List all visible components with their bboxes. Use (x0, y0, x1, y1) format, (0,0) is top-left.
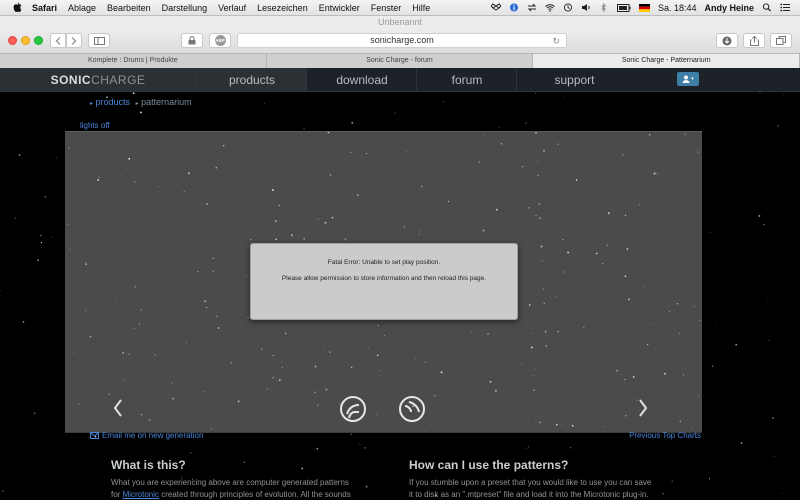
browser-toolbar: ABP sonicharge.com ↻ (0, 29, 800, 53)
dislike-pattern-icon[interactable] (338, 394, 368, 424)
site-logo[interactable]: SONIC CHARGE (0, 68, 196, 91)
email-notify-label: Email me on new generation (102, 431, 204, 440)
battery-icon[interactable] (616, 3, 631, 12)
arrows-icon[interactable] (527, 3, 537, 12)
tab-komplete[interactable]: Komplete : Drums | Produkte (0, 54, 267, 68)
breadcrumb-patternarium: patternarium (141, 97, 192, 107)
email-notify-link[interactable]: Email me on new generation (90, 431, 203, 440)
menubar-clock[interactable]: Sa. 18:44 (658, 3, 697, 13)
tab-forum[interactable]: Sonic Charge - forum (267, 54, 534, 68)
logo-text-sonic: SONIC (50, 72, 92, 87)
breadcrumb: ▸ products ▸ patternarium (90, 97, 192, 107)
nav-support[interactable]: support (516, 68, 632, 91)
error-title: Fatal Error: Unable to set play position… (327, 259, 441, 266)
what-text-line-2: for Microtonic created through principle… (111, 489, 351, 500)
user-menu-button[interactable]: ▾ (677, 72, 699, 86)
menu-entwickler[interactable]: Entwickler (319, 3, 360, 13)
zoom-window-button[interactable] (34, 36, 43, 45)
error-message: Please allow permission to store informa… (281, 275, 487, 282)
menubar-user[interactable]: Andy Heine (704, 3, 754, 13)
spotlight-search-icon[interactable] (762, 3, 772, 12)
minimize-window-button[interactable] (21, 36, 30, 45)
adblock-icon: ABP (214, 35, 226, 46)
what-text-line-1: What you are experiencing above are comp… (111, 478, 349, 487)
lock-icon (188, 36, 196, 45)
microtonic-link[interactable]: Microtonic (123, 490, 159, 499)
menu-bearbeiten[interactable]: Bearbeiten (107, 3, 151, 13)
nav-forum[interactable]: forum (416, 68, 517, 91)
share-icon (749, 35, 759, 46)
dropbox-icon[interactable] (490, 3, 501, 12)
sidebar-button[interactable] (88, 33, 110, 48)
nav-download[interactable]: download (306, 68, 417, 91)
previous-top-charts-link[interactable]: Previous Top Charts (629, 431, 701, 440)
site-nav: SONIC CHARGE products download forum supp… (0, 68, 800, 92)
sidebar-icon (93, 36, 105, 45)
menu-lesezeichen[interactable]: Lesezeichen (257, 3, 308, 13)
address-bar[interactable]: sonicharge.com ↻ (237, 33, 567, 48)
window-title: Unbenannt (0, 16, 800, 29)
reload-icon[interactable]: ↻ (552, 35, 560, 48)
share-button[interactable] (743, 33, 765, 48)
menu-ablage[interactable]: Ablage (68, 3, 96, 13)
next-pattern-arrow-icon[interactable] (636, 393, 650, 423)
menu-darstellung[interactable]: Darstellung (162, 3, 208, 13)
volume-icon[interactable] (581, 3, 591, 12)
flag-icon[interactable] (638, 3, 650, 12)
menu-verlauf[interactable]: Verlauf (218, 3, 246, 13)
what-heading: What is this? (111, 458, 186, 472)
close-window-button[interactable] (8, 36, 17, 45)
tabs-icon (776, 36, 786, 45)
menu-safari[interactable]: Safari (32, 3, 57, 13)
tab-patternarium[interactable]: Sonic Charge - Patternarium (533, 54, 800, 68)
address-bar-url: sonicharge.com (370, 35, 434, 45)
notification-center-icon[interactable] (780, 3, 790, 12)
status-menus: Sa. 18:44 Andy Heine (490, 0, 790, 15)
how-heading: How can I use the patterns? (409, 458, 569, 472)
apple-menu-icon[interactable] (10, 2, 24, 14)
bluetooth-icon[interactable] (599, 3, 609, 12)
adblock-button[interactable]: ABP (209, 33, 231, 48)
lights-off-link[interactable]: lights off (80, 121, 110, 130)
tab-bar: Komplete : Drums | Produkte Sonic Charge… (0, 53, 800, 69)
how-text-line-2: it to disk as an ".mtpreset" file and lo… (409, 490, 649, 499)
chevron-left-icon (55, 36, 61, 45)
menu-hilfe[interactable]: Hilfe (412, 3, 430, 13)
user-icon (682, 75, 690, 83)
downloads-button[interactable] (716, 33, 738, 48)
error-dialog: Fatal Error: Unable to set play position… (250, 243, 518, 320)
logo-text-charge: CHARGE (91, 72, 146, 87)
forward-button[interactable] (66, 33, 82, 48)
chevron-right-icon (71, 36, 77, 45)
wifi-icon[interactable] (545, 3, 555, 12)
nav-products[interactable]: products (196, 68, 307, 91)
download-icon (722, 36, 732, 45)
what-text-post: created through principles of evolution.… (159, 490, 351, 499)
back-button[interactable] (50, 33, 66, 48)
caret-down-icon: ▾ (691, 76, 694, 82)
how-text-line-1: If you stumble upon a preset that you wo… (409, 478, 652, 487)
mail-icon (90, 432, 99, 439)
privacy-button[interactable] (181, 33, 203, 48)
menu-bar: Safari Ablage Bearbeiten Darstellung Ver… (0, 0, 800, 16)
info-icon[interactable] (509, 3, 519, 12)
what-text-pre: for (111, 490, 123, 499)
previous-pattern-arrow-icon[interactable] (111, 393, 125, 423)
menu-fenster[interactable]: Fenster (371, 3, 402, 13)
tabs-overview-button[interactable] (770, 33, 792, 48)
like-pattern-icon[interactable] (397, 394, 427, 424)
breadcrumb-products[interactable]: products (96, 97, 131, 107)
time-machine-icon[interactable] (563, 3, 573, 12)
